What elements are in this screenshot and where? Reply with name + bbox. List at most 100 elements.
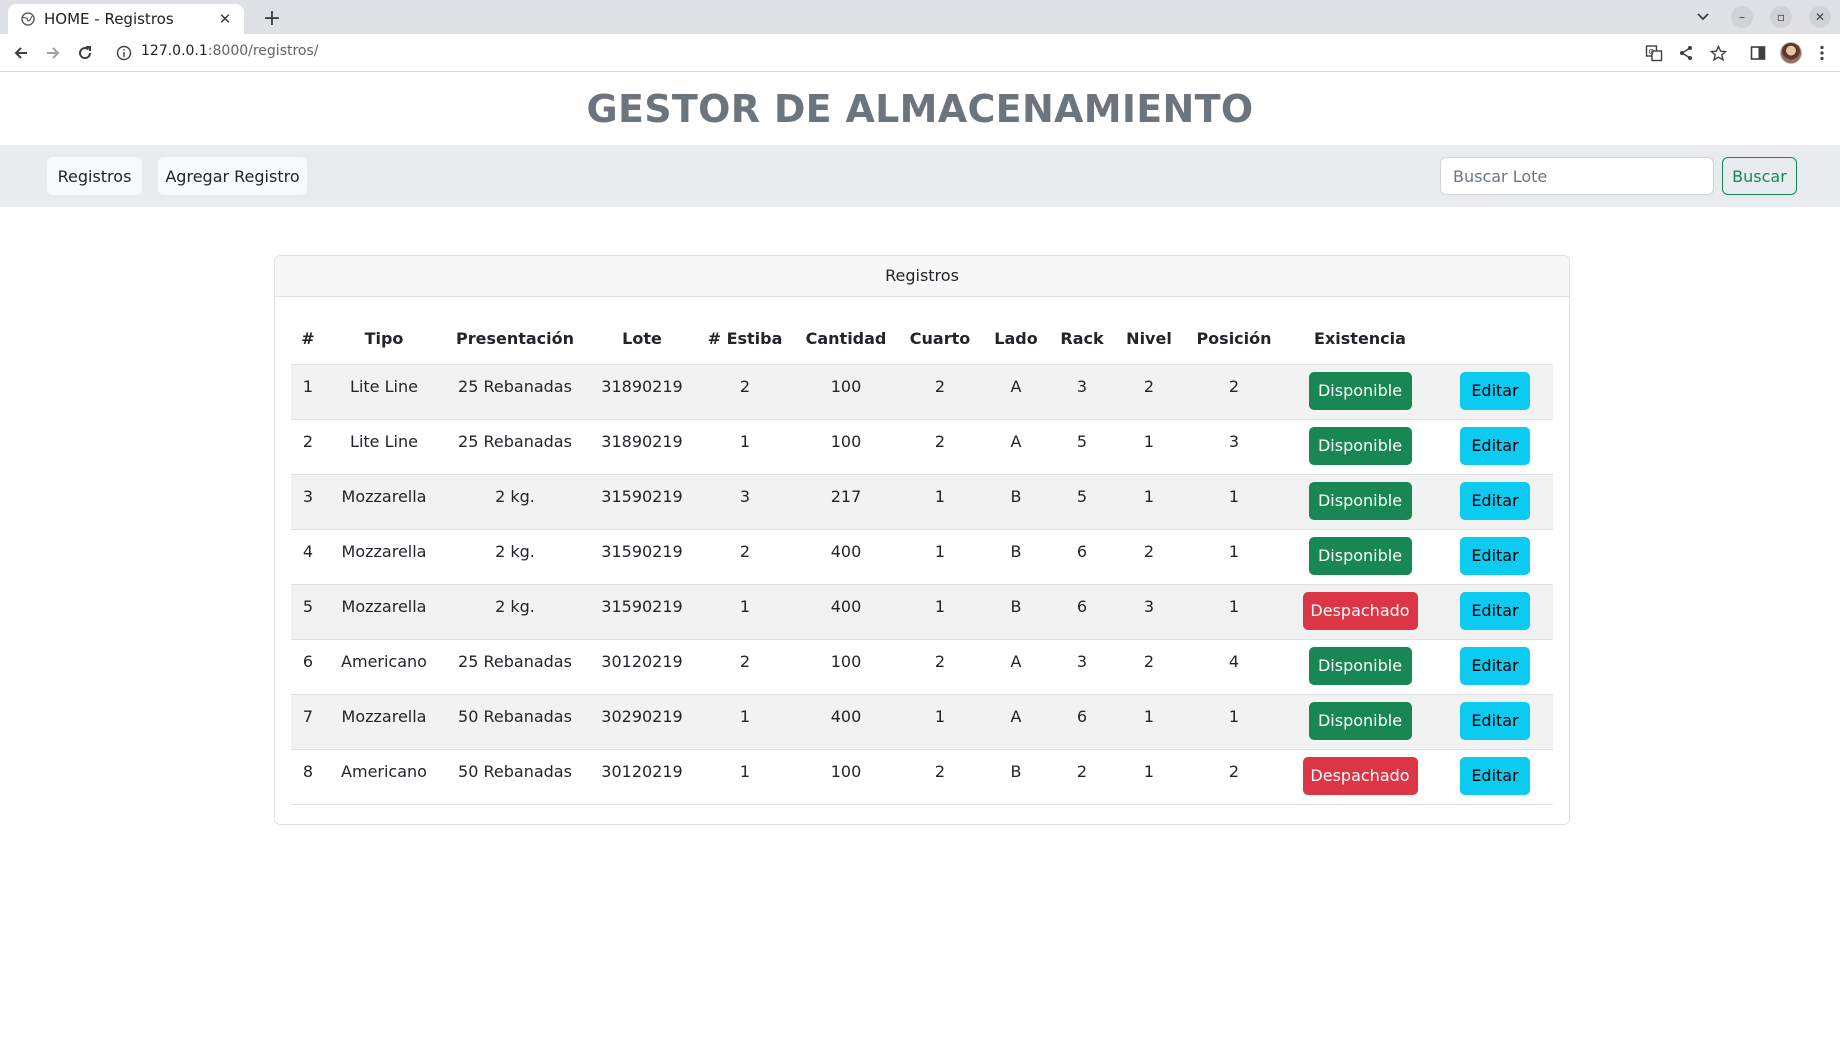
cell-nivel: 2 — [1113, 363, 1185, 419]
existencia-status-button[interactable]: Despachado — [1302, 756, 1418, 795]
cell-rack: 3 — [1051, 638, 1113, 694]
cell-tipo: Mozzarella — [325, 528, 443, 584]
cell-existencia: Disponible — [1283, 638, 1437, 694]
cell-rack: 5 — [1051, 473, 1113, 529]
cell-cantidad: 100 — [793, 363, 899, 419]
side-panel-icon[interactable] — [1748, 43, 1768, 63]
profile-avatar[interactable] — [1780, 42, 1802, 64]
cell-posicion: 4 — [1185, 638, 1283, 694]
col-header-estiba: # Estiba — [707, 329, 783, 349]
cell-posicion: 1 — [1185, 583, 1283, 639]
registros-card: Registros # Tipo Presentación Lote # Est… — [274, 255, 1570, 825]
existencia-status-button[interactable]: Disponible — [1308, 701, 1412, 740]
cell-estiba: 2 — [697, 528, 793, 584]
cell-tipo: Mozzarella — [325, 693, 443, 749]
browser-tab[interactable]: HOME - Registros ✕ — [8, 4, 244, 34]
cell-lado: A — [981, 693, 1051, 749]
cell-num: 4 — [291, 528, 325, 584]
cell-cantidad: 400 — [793, 583, 899, 639]
cell-cantidad: 100 — [793, 748, 899, 805]
cell-rack: 6 — [1051, 693, 1113, 749]
new-tab-icon[interactable]: + — [258, 4, 286, 32]
existencia-status-button[interactable]: Disponible — [1308, 646, 1412, 685]
site-info-icon[interactable] — [116, 45, 132, 61]
edit-button[interactable]: Editar — [1460, 426, 1530, 465]
agregar-registro-button[interactable]: Agregar Registro — [158, 157, 307, 195]
cell-presentacion: 25 Rebanadas — [443, 363, 587, 419]
menu-kebab-icon[interactable] — [1812, 43, 1832, 63]
existencia-status-button[interactable]: Disponible — [1308, 371, 1412, 410]
col-header-lote: Lote — [622, 329, 662, 349]
cell-lote: 31590219 — [587, 583, 697, 639]
cell-lado: B — [981, 473, 1051, 529]
tab-title: HOME - Registros — [44, 10, 174, 28]
existencia-status-button[interactable]: Disponible — [1308, 426, 1412, 465]
cell-estiba: 1 — [697, 418, 793, 474]
cell-posicion: 3 — [1185, 418, 1283, 474]
existencia-status-button[interactable]: Disponible — [1308, 481, 1412, 520]
cell-num: 5 — [291, 583, 325, 639]
table-row: 7 Mozzarella 50 Rebanadas 30290219 1 400 1 A 6 1 1… — [291, 693, 1553, 749]
back-icon[interactable] — [9, 41, 33, 65]
cell-lote: 31590219 — [587, 473, 697, 529]
address-bar[interactable]: 127.0.0.1:8000/registros/ — [141, 43, 319, 59]
cell-cuarto: 2 — [899, 638, 981, 694]
existencia-status-button[interactable]: Disponible — [1308, 536, 1412, 575]
edit-button[interactable]: Editar — [1460, 536, 1530, 575]
col-header-lado: Lado — [994, 329, 1038, 349]
col-header-num: # — [301, 329, 315, 349]
forward-icon[interactable] — [41, 41, 65, 65]
edit-button[interactable]: Editar — [1460, 701, 1530, 740]
cell-lote: 31890219 — [587, 363, 697, 419]
cell-tipo: Lite Line — [325, 418, 443, 474]
table-row: 1 Lite Line 25 Rebanadas 31890219 2 100 2 A 3 2 2 D… — [291, 363, 1553, 419]
minimize-icon[interactable]: – — [1731, 6, 1753, 28]
cell-existencia: Disponible — [1283, 693, 1437, 749]
edit-button[interactable]: Editar — [1460, 756, 1530, 795]
cell-actions: Editar — [1437, 693, 1553, 749]
cell-actions: Editar — [1437, 418, 1553, 474]
tab-close-icon[interactable]: ✕ — [216, 10, 234, 28]
url-host: 127.0.0.1 — [141, 43, 208, 59]
bookmark-star-icon[interactable] — [1708, 43, 1728, 63]
cell-cantidad: 400 — [793, 528, 899, 584]
cell-nivel: 1 — [1113, 473, 1185, 529]
share-icon[interactable] — [1676, 43, 1696, 63]
cell-posicion: 2 — [1185, 748, 1283, 805]
cell-rack: 3 — [1051, 363, 1113, 419]
edit-button[interactable]: Editar — [1460, 646, 1530, 685]
registros-nav-button[interactable]: Registros — [47, 157, 142, 195]
cell-lado: B — [981, 583, 1051, 639]
edit-button[interactable]: Editar — [1460, 591, 1530, 630]
cell-actions: Editar — [1437, 363, 1553, 419]
cell-num: 6 — [291, 638, 325, 694]
cell-nivel: 1 — [1113, 418, 1185, 474]
cell-num: 2 — [291, 418, 325, 474]
cell-existencia: Disponible — [1283, 473, 1437, 529]
restore-icon[interactable]: ▫ — [1770, 6, 1792, 28]
table-row: 6 Americano 25 Rebanadas 30120219 2 100 2 A 3 2 4 D… — [291, 638, 1553, 694]
browser-tabstrip: HOME - Registros ✕ + – ▫ ✕ — [0, 0, 1840, 34]
search-lote-input[interactable] — [1440, 157, 1714, 195]
cell-estiba: 3 — [697, 473, 793, 529]
cell-num: 7 — [291, 693, 325, 749]
translate-icon[interactable]: G — [1644, 43, 1664, 63]
url-path: :8000/registros/ — [207, 43, 319, 59]
reload-icon[interactable] — [73, 41, 97, 65]
cell-cuarto: 2 — [899, 748, 981, 805]
existencia-status-button[interactable]: Despachado — [1302, 591, 1418, 630]
close-window-icon[interactable]: ✕ — [1809, 6, 1831, 28]
edit-button[interactable]: Editar — [1460, 481, 1530, 520]
cell-cuarto: 1 — [899, 693, 981, 749]
edit-button[interactable]: Editar — [1460, 371, 1530, 410]
cell-cantidad: 100 — [793, 638, 899, 694]
tab-search-icon[interactable] — [1692, 6, 1714, 28]
cell-existencia: Disponible — [1283, 528, 1437, 584]
cell-cuarto: 2 — [899, 418, 981, 474]
cell-lote: 30120219 — [587, 638, 697, 694]
search-button[interactable]: Buscar — [1722, 157, 1797, 195]
cell-nivel: 3 — [1113, 583, 1185, 639]
cell-estiba: 1 — [697, 748, 793, 805]
card-title: Registros — [275, 256, 1569, 297]
page-title: GESTOR DE ALMACENAMIENTO — [586, 87, 1254, 131]
